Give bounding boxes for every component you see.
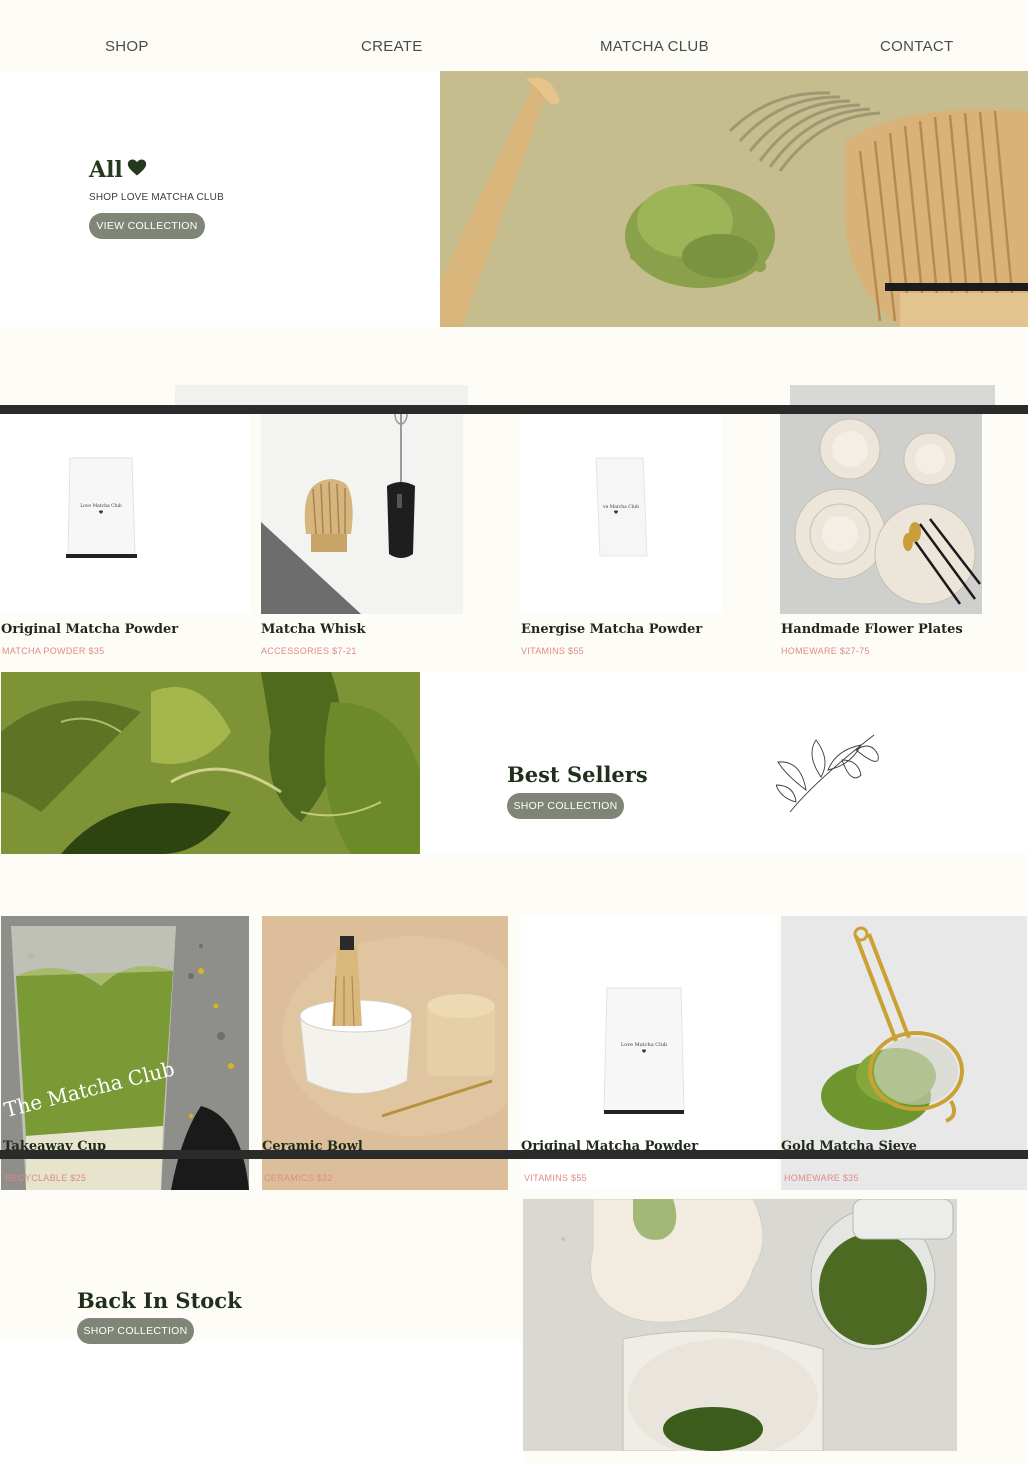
best-sellers-title: Best Sellers (507, 762, 648, 787)
pouch-label: Love Matcha Club (80, 503, 122, 509)
product-name[interactable]: Original Matcha Powder (1, 622, 178, 637)
shop-collection-button[interactable]: SHOP COLLECTION (507, 793, 624, 819)
product-image-original-matcha[interactable]: Love Matcha Club (0, 414, 250, 614)
product-meta: ACCESSORIES $7-21 (261, 646, 357, 656)
image-iced-matcha-closeup (1, 672, 420, 854)
product-meta: CERAMICS $32 (264, 1173, 333, 1183)
image-matcha-jar-and-bowls (523, 1199, 957, 1451)
nav-matcha-club[interactable]: MATCHA CLUB (600, 38, 709, 55)
product-name[interactable]: Energise Matcha Powder (521, 622, 702, 637)
product-image-flower-plates[interactable] (780, 414, 982, 614)
hero-image-whisk-and-powder (440, 71, 1028, 327)
product-meta: VITAMINS $55 (524, 1173, 587, 1183)
product-name[interactable]: Handmade Flower Plates (781, 622, 963, 637)
nav-shop[interactable]: SHOP (105, 38, 149, 55)
divider-bar (0, 1150, 1028, 1159)
spacer-band (0, 854, 1028, 916)
peek-image-left (175, 385, 468, 405)
product-image-energise-matcha[interactable]: ve Matcha Club (520, 414, 722, 614)
pouch-label: ve Matcha Club (602, 504, 639, 510)
product-meta: HOMEWARE $35 (784, 1173, 859, 1183)
back-in-stock-title: Back In Stock (77, 1288, 242, 1313)
leaf-illustration-icon (776, 734, 879, 813)
shop-collection-button-2[interactable]: SHOP COLLECTION (77, 1318, 194, 1344)
nav-contact[interactable]: CONTACT (880, 38, 953, 55)
back-in-stock-panel (0, 1341, 523, 1464)
view-collection-button[interactable]: VIEW COLLECTION (89, 213, 205, 239)
product-meta: MATCHA POWDER $35 (2, 646, 105, 656)
top-navigation: SHOP CREATE MATCHA CLUB CONTACT (0, 0, 1028, 71)
divider-bar (0, 405, 1028, 414)
heart-icon (127, 159, 147, 176)
spacer-band (0, 327, 1028, 385)
product-meta: VITAMINS $55 (521, 646, 584, 656)
nav-create[interactable]: CREATE (361, 38, 423, 55)
product-meta: HOMEWARE $27-75 (781, 646, 870, 656)
pouch-label: Love Matcha Club (621, 1042, 667, 1048)
hero-subtitle: SHOP LOVE MATCHA CLUB (89, 192, 224, 203)
peek-image-right (790, 385, 995, 405)
product-meta: RECYCLABLE $25 (5, 1173, 87, 1183)
product-name[interactable]: Matcha Whisk (261, 622, 365, 637)
hero-title: All (89, 157, 123, 183)
product-image-matcha-whisk[interactable] (261, 414, 463, 614)
